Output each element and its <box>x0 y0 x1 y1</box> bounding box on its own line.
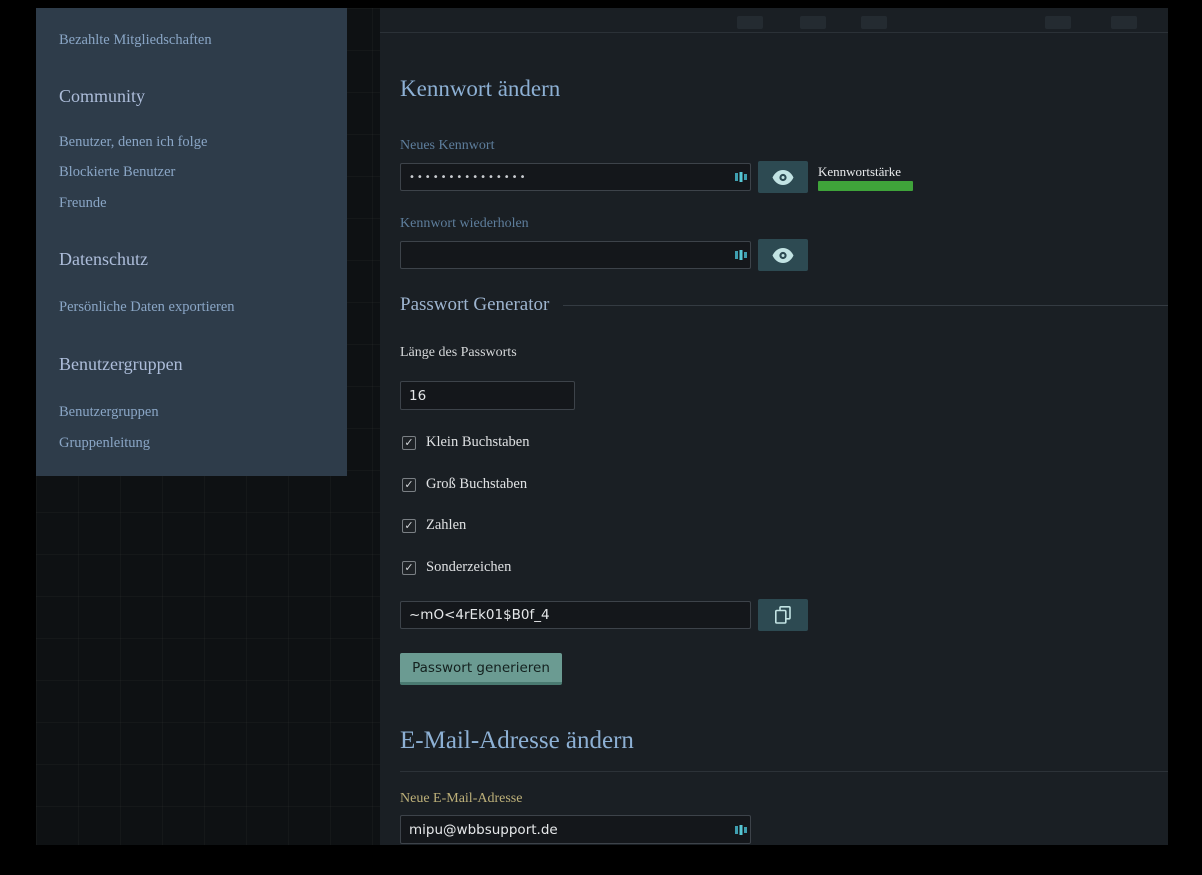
checkbox-label: Zahlen <box>426 517 466 534</box>
checkbox-box[interactable]: ✓ <box>402 519 416 533</box>
generate-password-button[interactable]: Passwort generieren <box>400 653 562 685</box>
generator-section-title: Passwort Generator <box>400 294 549 316</box>
checkbox-box[interactable]: ✓ <box>402 478 416 492</box>
page-background: Bezahlte Mitgliedschaften Community Benu… <box>36 8 1168 845</box>
top-menu-item[interactable] <box>861 16 887 29</box>
sidebar-item-persoenliche-daten-exportieren[interactable]: Persönliche Daten exportieren <box>59 299 235 316</box>
generator-section-header: Passwort Generator <box>400 294 1168 316</box>
sidebar-item-blockierte-benutzer[interactable]: Blockierte Benutzer <box>59 164 175 181</box>
checkbox-box[interactable]: ✓ <box>402 561 416 575</box>
check-icon: ✓ <box>404 437 413 448</box>
show-repeat-password-button[interactable] <box>758 239 808 271</box>
checkbox-zahlen[interactable]: ✓ Zahlen <box>402 517 466 534</box>
top-menu-item[interactable] <box>1111 16 1137 29</box>
top-menu-item[interactable] <box>1045 16 1071 29</box>
eye-icon <box>772 248 794 263</box>
sidebar-item-bezahlte-mitgliedschaften[interactable]: Bezahlte Mitgliedschaften <box>59 32 212 49</box>
checkbox-label: Sonderzeichen <box>426 559 511 576</box>
password-strength-meter <box>818 181 913 191</box>
checkbox-gross-buchstaben[interactable]: ✓ Groß Buchstaben <box>402 476 527 493</box>
copy-icon <box>775 606 791 624</box>
sidebar-heading-benutzergruppen: Benutzergruppen <box>59 354 183 375</box>
password-length-input[interactable] <box>400 381 575 410</box>
new-password-input[interactable] <box>400 163 751 191</box>
top-menu-item[interactable] <box>800 16 826 29</box>
repeat-password-label: Kennwort wiederholen <box>400 216 529 232</box>
show-password-button[interactable] <box>758 161 808 193</box>
eye-icon <box>772 170 794 185</box>
top-menu-bar <box>380 8 1168 33</box>
checkbox-klein-buchstaben[interactable]: ✓ Klein Buchstaben <box>402 434 530 451</box>
sidebar-item-benutzergruppen[interactable]: Benutzergruppen <box>59 404 159 421</box>
checkbox-sonderzeichen[interactable]: ✓ Sonderzeichen <box>402 559 511 576</box>
checkbox-label: Groß Buchstaben <box>426 476 527 493</box>
check-icon: ✓ <box>404 562 413 573</box>
check-icon: ✓ <box>404 479 413 490</box>
password-strength-label: Kennwortstärke <box>818 164 901 180</box>
copy-password-button[interactable] <box>758 599 808 631</box>
settings-sidebar: Bezahlte Mitgliedschaften Community Benu… <box>36 8 347 476</box>
sidebar-heading-community: Community <box>59 86 145 107</box>
password-length-label: Länge des Passworts <box>400 345 517 361</box>
section-divider <box>400 771 1168 772</box>
new-email-input[interactable] <box>400 815 751 844</box>
top-menu-item[interactable] <box>737 16 763 29</box>
sidebar-heading-datenschutz: Datenschutz <box>59 249 148 270</box>
email-section-title: E-Mail-Adresse ändern <box>400 727 634 755</box>
sidebar-item-benutzer-denen-ich-folge[interactable]: Benutzer, denen ich folge <box>59 134 207 151</box>
new-password-label: Neues Kennwort <box>400 138 494 154</box>
new-email-label: Neue E-Mail-Adresse <box>400 791 522 807</box>
sidebar-item-freunde[interactable]: Freunde <box>59 195 107 212</box>
checkbox-label: Klein Buchstaben <box>426 434 530 451</box>
check-icon: ✓ <box>404 520 413 531</box>
password-section-title: Kennwort ändern <box>400 76 560 102</box>
generated-password-output[interactable] <box>400 601 751 629</box>
repeat-password-input[interactable] <box>400 241 751 269</box>
checkbox-box[interactable]: ✓ <box>402 436 416 450</box>
sidebar-item-gruppenleitung[interactable]: Gruppenleitung <box>59 435 150 452</box>
settings-content: Kennwort ändern Neues Kennwort Kennworts… <box>380 8 1168 845</box>
section-rule <box>563 305 1168 306</box>
